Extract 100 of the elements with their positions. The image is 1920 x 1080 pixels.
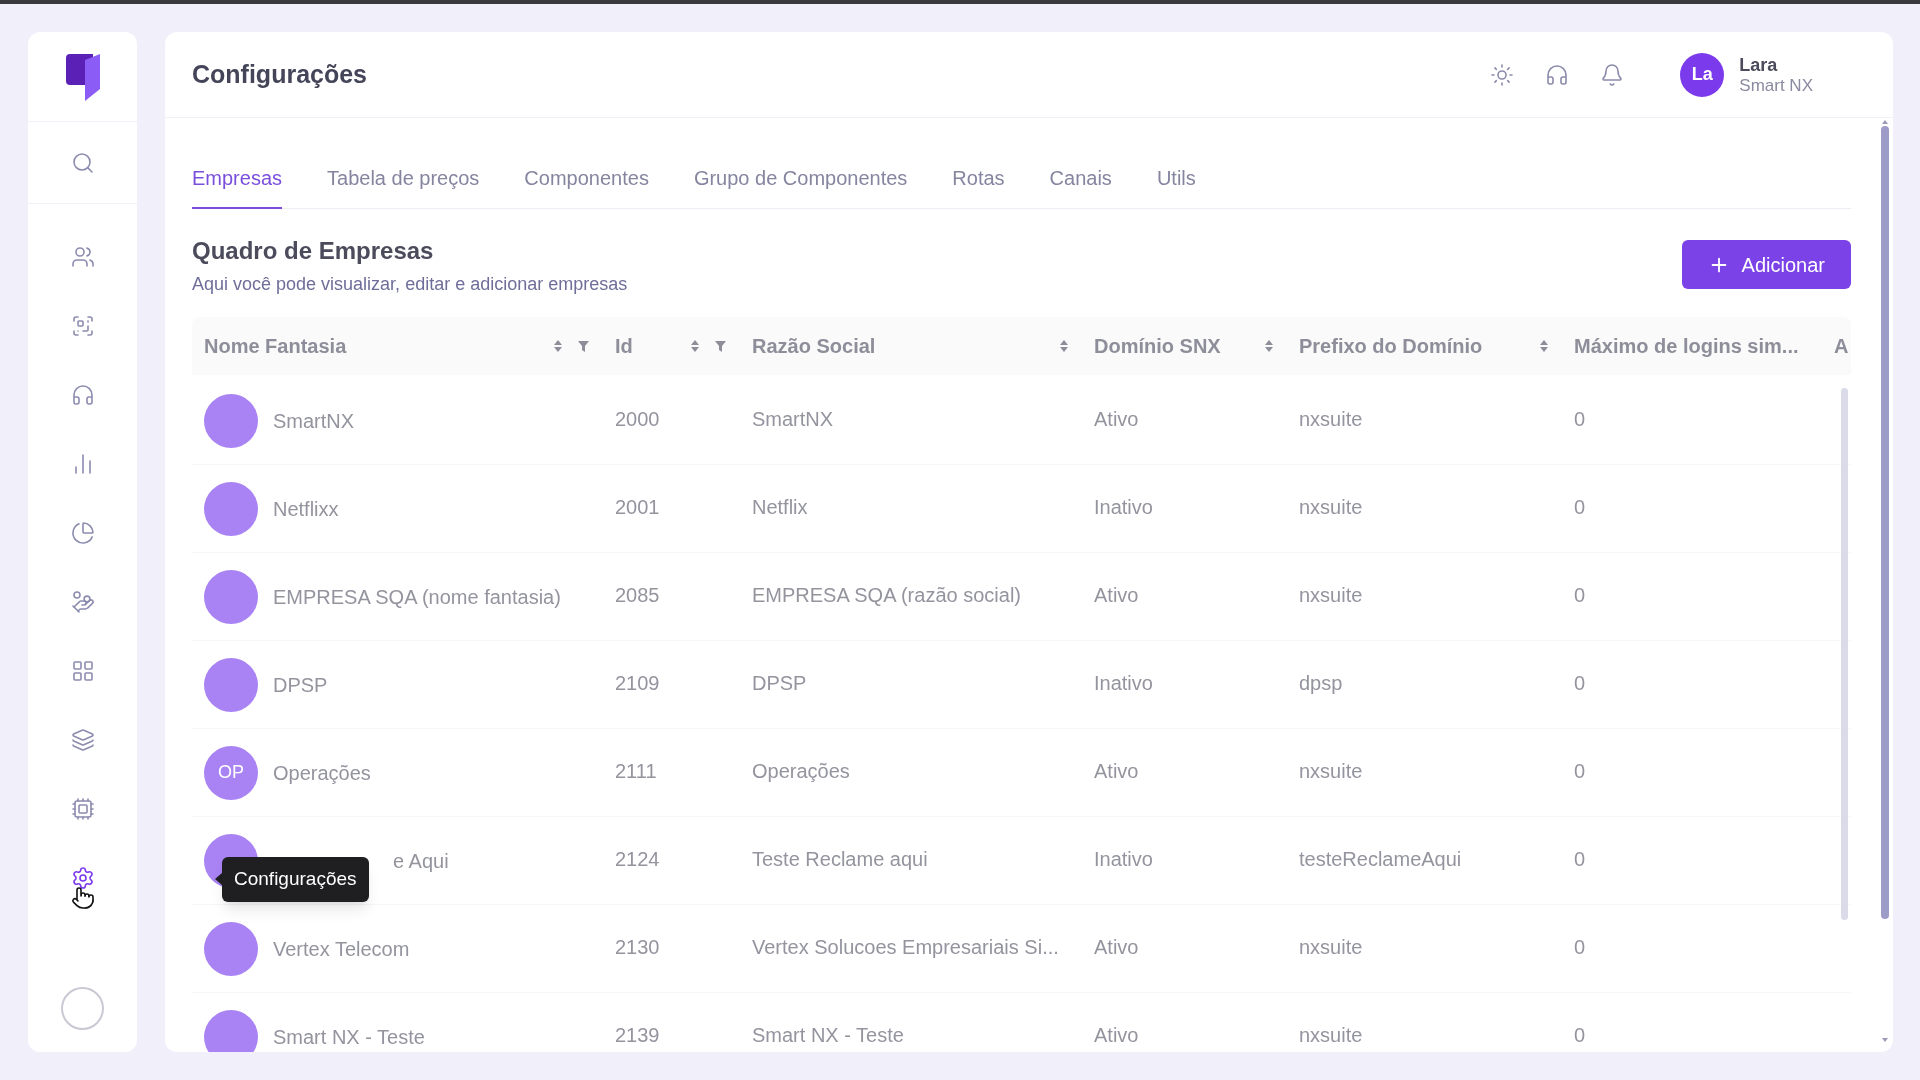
table-cell: EMPRESA SQA (razão social)	[752, 584, 1021, 606]
column-header: Id	[615, 334, 633, 359]
table-scrollbar-thumb[interactable]	[1841, 388, 1848, 920]
company-avatar-icon	[204, 481, 258, 536]
table-cell: SmartNX	[752, 408, 834, 430]
user-name: Lara	[1739, 54, 1779, 76]
support-button[interactable]	[1545, 62, 1570, 87]
tooltip: Configurações	[222, 856, 369, 902]
table-cell: 2130	[615, 936, 660, 958]
sort-icon[interactable]	[1265, 340, 1273, 352]
table-cell: 2139	[615, 1024, 660, 1046]
tooltip-arrow-icon	[215, 873, 222, 885]
table-cell: DPSP	[273, 673, 328, 696]
table-cell: Inativo	[1094, 672, 1153, 694]
table-cell: SmartNX	[273, 409, 355, 432]
layers-icon	[70, 727, 95, 752]
section-subtitle: Aqui você pode visualizar, editar e adicionar empresas	[192, 274, 628, 295]
sun-icon	[1490, 62, 1515, 87]
user-organization: Smart NX	[1739, 75, 1813, 95]
table-cell: 0	[1574, 1024, 1586, 1046]
sort-icon[interactable]	[1060, 340, 1068, 352]
table-cell: 0	[1574, 936, 1586, 958]
sort-icon[interactable]	[554, 340, 562, 352]
table-cell: 2111	[615, 760, 657, 782]
table-cell: Inativo	[1094, 496, 1153, 518]
table-cell: Operações	[273, 761, 371, 784]
tab[interactable]: Utils	[1156, 156, 1196, 209]
filter-icon[interactable]	[715, 340, 726, 352]
scroll-up-icon[interactable]	[1882, 120, 1888, 124]
sort-icon[interactable]	[1540, 340, 1548, 352]
table-cell: nxsuite	[1299, 584, 1363, 606]
company-avatar-icon	[204, 569, 258, 624]
table-cell: 0	[1574, 584, 1586, 606]
settings-icon	[70, 865, 95, 890]
table-cell: nxsuite	[1299, 496, 1363, 518]
table-cell: 0	[1574, 848, 1586, 870]
users-icon	[70, 244, 95, 269]
table-cell: nxsuite	[1299, 936, 1363, 958]
pie-chart-icon	[70, 520, 95, 545]
table-cell: DPSP	[752, 672, 807, 694]
column-header: Razão Social	[752, 334, 876, 359]
add-button[interactable]: Adicionar	[1681, 240, 1851, 289]
column-header: Nome Fantasia	[204, 334, 347, 359]
table-cell: Inativo	[1094, 848, 1153, 870]
table-cell: 2001	[615, 496, 660, 518]
theme-button[interactable]	[1490, 62, 1515, 87]
table-cell: Ativo	[1094, 760, 1139, 782]
table-cell: 2109	[615, 672, 660, 694]
table-cell: Vertex Solucoes Empresariais Si...	[752, 936, 1059, 958]
column-header: Domínio SNX	[1094, 334, 1221, 359]
table-cell: 0	[1574, 760, 1586, 782]
filter-icon[interactable]	[578, 340, 589, 352]
tab[interactable]: Grupo de Componentes	[693, 156, 908, 209]
table-cell: Netflixx	[273, 497, 339, 520]
page-title: Configurações	[192, 58, 368, 90]
headphones-icon	[70, 382, 95, 407]
notifications-button[interactable]	[1600, 62, 1625, 87]
table-cell: Netflix	[752, 496, 808, 518]
tab[interactable]: Componentes	[524, 156, 649, 209]
table-cell: 0	[1574, 496, 1586, 518]
table-cell: nxsuite	[1299, 408, 1363, 430]
tab[interactable]: Canais	[1049, 156, 1112, 209]
table-cell: Vertex Telecom	[273, 937, 410, 960]
table-cell: Operações	[752, 760, 850, 782]
company-avatar-icon	[204, 657, 258, 712]
table-cell: Ativo	[1094, 1024, 1139, 1046]
tab[interactable]: Rotas	[952, 156, 1005, 209]
table-cell: Smart NX - Teste	[273, 1025, 425, 1048]
company-avatar: OP	[204, 745, 258, 800]
table-cell: dpsp	[1299, 672, 1343, 694]
search-icon	[70, 150, 95, 175]
headphones-icon	[1545, 62, 1570, 87]
tab[interactable]: Tabela de preços	[327, 156, 480, 209]
table-cell: nxsuite	[1299, 760, 1363, 782]
sort-icon[interactable]	[691, 340, 699, 352]
section-title: Quadro de Empresas	[192, 236, 435, 265]
company-avatar-icon	[204, 393, 258, 448]
user-avatar[interactable]: La	[1680, 52, 1725, 97]
tab[interactable]: Empresas	[192, 156, 283, 209]
scroll-down-icon[interactable]	[1882, 1038, 1888, 1042]
grid-icon	[70, 658, 95, 683]
avatar-icon[interactable]	[61, 987, 104, 1030]
table-cell: 0	[1574, 672, 1586, 694]
table-cell: EMPRESA SQA (nome fantasia)	[273, 585, 561, 608]
table-cell: 2085	[615, 584, 660, 606]
table-cell: 0	[1574, 408, 1586, 430]
company-avatar-icon	[204, 921, 258, 976]
table-cell: 2000	[615, 408, 660, 430]
scrollbar-thumb[interactable]	[1881, 126, 1889, 919]
table-cell: e Aqui	[393, 849, 449, 872]
column-header: Máximo de logins sim...	[1574, 334, 1799, 359]
hand-cursor-icon	[71, 885, 95, 910]
table-cell: Smart NX - Teste	[752, 1024, 904, 1046]
table-cell: nxsuite	[1299, 1024, 1363, 1046]
table-cell: Ativo	[1094, 936, 1139, 958]
qr-scan-icon	[70, 313, 95, 338]
chip-icon	[70, 796, 95, 821]
table-cell: Teste Reclame aqui	[752, 848, 928, 870]
table-cell: Ativo	[1094, 584, 1139, 606]
table-cell: 2124	[615, 848, 660, 870]
